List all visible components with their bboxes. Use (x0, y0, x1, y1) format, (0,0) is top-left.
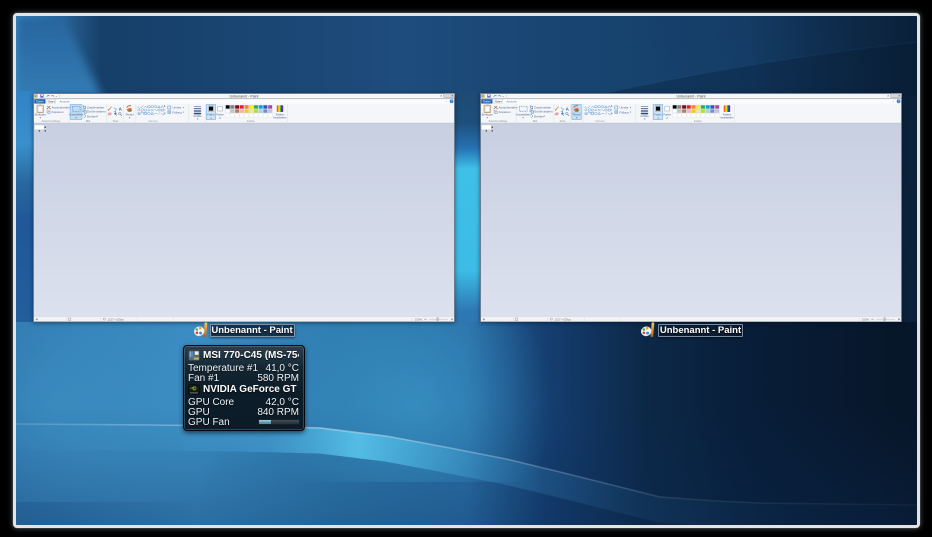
svg-text:Größe: Größe (193, 114, 202, 118)
svg-text:Füllung: Füllung (173, 110, 183, 114)
svg-text:?: ? (451, 100, 453, 104)
svg-text:1317 × 529px: 1317 × 529px (555, 317, 572, 321)
svg-text:Zwischenablage: Zwischenablage (489, 119, 508, 123)
svg-text:Unbenannt - Paint: Unbenannt - Paint (230, 94, 259, 98)
svg-text:Bild: Bild (86, 119, 91, 123)
svg-text:Ansicht: Ansicht (506, 100, 516, 104)
svg-text:Zwischenablage: Zwischenablage (42, 119, 61, 123)
svg-text:Farben: Farben (247, 119, 256, 123)
svg-text:Größe ändern: Größe ändern (534, 110, 553, 114)
svg-text:1317 × 529px: 1317 × 529px (108, 317, 125, 321)
svg-text:Farben: Farben (694, 119, 703, 123)
svg-text:Drehen: Drehen (87, 114, 97, 118)
svg-text:Ausschneiden: Ausschneiden (52, 105, 71, 109)
svg-text:Tools: Tools (112, 119, 119, 123)
svg-text:bearbeiten: bearbeiten (721, 115, 734, 119)
svg-text:Formen: Formen (596, 119, 605, 123)
svg-text:Kopieren: Kopieren (499, 110, 511, 114)
svg-text:Start: Start (48, 100, 55, 104)
svg-text:Umriss: Umriss (620, 106, 629, 110)
svg-text:Drehen: Drehen (534, 114, 544, 118)
svg-text:Ausschneiden: Ausschneiden (499, 105, 518, 109)
svg-text:Pinsel: Pinsel (126, 113, 134, 117)
svg-text:Auswählen: Auswählen (69, 113, 84, 117)
svg-text:Einfügen: Einfügen (35, 113, 47, 117)
svg-text:100%: 100% (415, 317, 422, 321)
svg-text:Umriss: Umriss (173, 106, 182, 110)
svg-text:Füllung: Füllung (620, 110, 630, 114)
svg-text:Zuschneiden: Zuschneiden (87, 105, 105, 109)
svg-text:Einfügen: Einfügen (482, 113, 494, 117)
svg-text:Bild: Bild (533, 119, 538, 123)
svg-text:Start: Start (495, 100, 502, 104)
svg-text:Auswählen: Auswählen (516, 113, 531, 117)
svg-text:Zuschneiden: Zuschneiden (534, 105, 552, 109)
svg-text:Tools: Tools (559, 119, 566, 123)
svg-text:Pinsel: Pinsel (573, 113, 581, 117)
svg-text:?: ? (898, 100, 900, 104)
svg-text:A: A (119, 106, 122, 111)
svg-text:Kopieren: Kopieren (52, 110, 64, 114)
svg-text:A: A (566, 106, 569, 111)
svg-text:Größe: Größe (640, 114, 649, 118)
svg-text:Datei: Datei (36, 100, 44, 104)
svg-text:Ansicht: Ansicht (59, 100, 69, 104)
svg-text:Formen: Formen (149, 119, 158, 123)
svg-text:100%: 100% (862, 317, 869, 321)
svg-text:Größe ändern: Größe ändern (87, 110, 106, 114)
svg-text:Unbenannt - Paint: Unbenannt - Paint (677, 94, 706, 98)
svg-text:bearbeiten: bearbeiten (274, 115, 287, 119)
svg-text:Datei: Datei (483, 100, 491, 104)
